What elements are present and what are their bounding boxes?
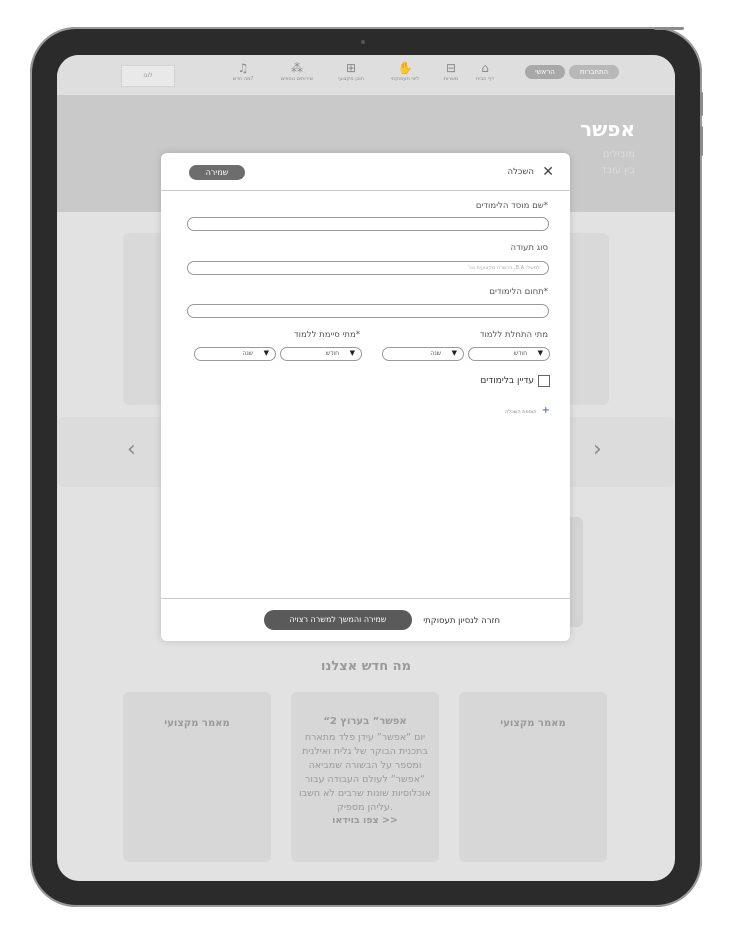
nav-more-services[interactable]: ⁂ שירותים נוספים bbox=[275, 61, 319, 82]
chevron-left-icon[interactable]: ‹ bbox=[127, 437, 136, 462]
top-nav-bar: התחברות הראשי ⌂ דף הבית ⊟ משרות ✋ ליווי … bbox=[57, 55, 675, 96]
modal-title: השכלה bbox=[507, 167, 534, 177]
volume-button bbox=[700, 92, 703, 116]
end-month-select[interactable]: ▼ חודש bbox=[280, 347, 362, 361]
start-month-select[interactable]: ▼ חודש bbox=[468, 347, 550, 361]
volume-button-2 bbox=[700, 126, 703, 156]
field-input[interactable] bbox=[187, 304, 549, 318]
start-year-select[interactable]: ▼ שנה bbox=[382, 347, 464, 361]
field-label: *תחום הלימודים bbox=[489, 287, 548, 297]
news-card[interactable]: מאמר מקצועי bbox=[459, 692, 607, 862]
screen: התחברות הראשי ⌂ דף הבית ⊟ משרות ✋ ליווי … bbox=[57, 55, 675, 881]
modal-header: ✕ השכלה שמירה bbox=[161, 153, 570, 191]
hero-subtitle: מובילים בין עובד bbox=[600, 149, 635, 176]
nav-whats-new[interactable]: ♫ מה חדש? bbox=[221, 61, 265, 82]
education-modal: ✕ השכלה שמירה *שם מוסד הלימודים סוג תעוד… bbox=[161, 153, 570, 641]
logo[interactable]: לוגו bbox=[121, 65, 175, 87]
end-year-select[interactable]: ▼ שנה bbox=[194, 347, 276, 361]
certificate-input[interactable]: למשל: B.A, הכשרה מקצועית וכו' bbox=[187, 261, 549, 275]
apps-icon: ⁂ bbox=[291, 61, 303, 75]
start-label: מתי התחלת ללמוד bbox=[479, 330, 548, 340]
power-button bbox=[654, 27, 684, 30]
save-continue-button[interactable]: שמירה והמשך למשרה רצויה bbox=[264, 610, 412, 630]
modal-footer-divider bbox=[161, 598, 570, 599]
end-label: *מתי סיימת ללמוד bbox=[294, 330, 360, 340]
hand-icon: ✋ bbox=[397, 61, 413, 75]
institution-input[interactable] bbox=[187, 217, 549, 231]
back-link[interactable]: חזרה לנסיון תעסוקתי bbox=[423, 616, 500, 626]
institution-label: *שם מוסד הלימודים bbox=[475, 201, 548, 211]
add-education-button[interactable]: + הוספת השכלה bbox=[505, 398, 550, 417]
book-icon: ⊞ bbox=[345, 61, 357, 75]
bell-icon: ♫ bbox=[237, 61, 249, 75]
chevron-down-icon: ▼ bbox=[451, 349, 457, 357]
close-icon[interactable]: ✕ bbox=[542, 165, 554, 179]
section-title: מה חדש אצלנו bbox=[321, 659, 411, 674]
plus-icon: + bbox=[541, 405, 550, 416]
nav-professional-content[interactable]: ⊞ תוכן מקצועי bbox=[329, 61, 373, 82]
save-button[interactable]: שמירה bbox=[189, 165, 245, 180]
watch-video-link[interactable]: צפו בוידאו >> bbox=[291, 815, 439, 826]
still-studying-label: עדיין בלימודים bbox=[480, 376, 534, 386]
chevron-right-icon[interactable]: › bbox=[593, 437, 602, 462]
login-button[interactable]: התחברות bbox=[569, 65, 619, 79]
camera bbox=[361, 40, 365, 44]
briefcase-icon: ⊟ bbox=[445, 61, 457, 75]
news-card[interactable]: “אפשר” בערוץ 2 יום “אפשר” עידן פלד מתארח… bbox=[291, 692, 439, 862]
main-button[interactable]: הראשי bbox=[525, 65, 565, 79]
still-studying-checkbox[interactable] bbox=[538, 375, 550, 387]
chevron-down-icon: ▼ bbox=[263, 349, 269, 357]
certificate-label: סוג תעודה bbox=[510, 243, 548, 253]
news-card[interactable]: מאמר מקצועי bbox=[123, 692, 271, 862]
chevron-down-icon: ▼ bbox=[349, 349, 355, 357]
hero-title: אפשר bbox=[580, 117, 635, 141]
chevron-down-icon: ▼ bbox=[537, 349, 543, 357]
nav-employment-support[interactable]: ✋ ליווי תעסוקתי bbox=[383, 61, 427, 82]
nav-jobs[interactable]: ⊟ משרות bbox=[429, 61, 473, 82]
